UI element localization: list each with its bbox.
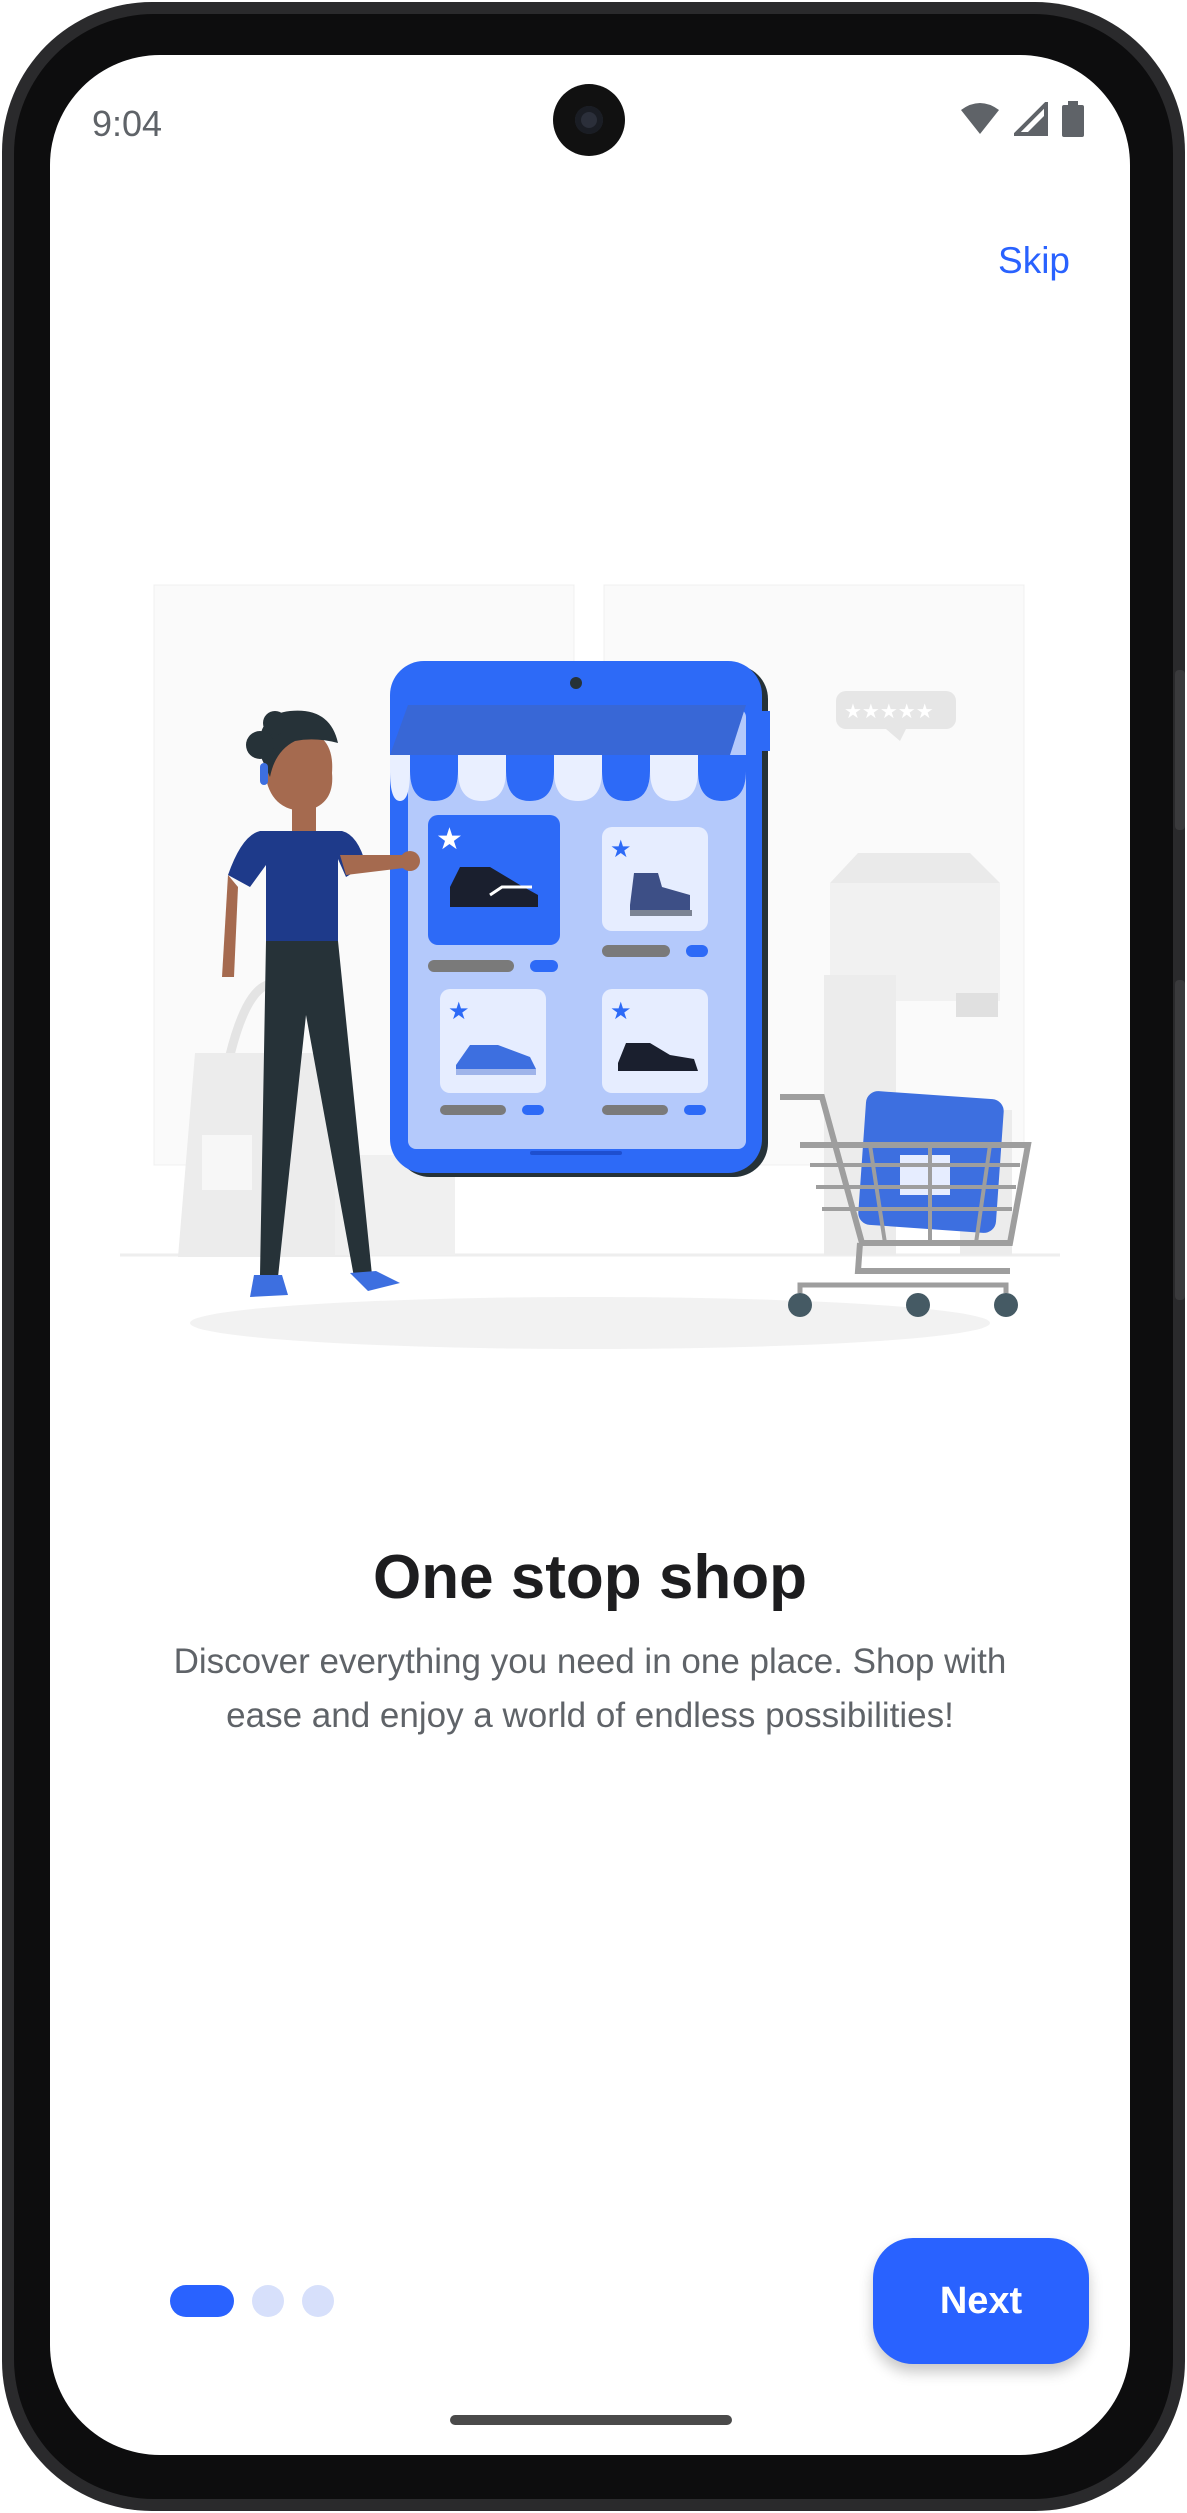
- svg-text:★: ★: [436, 822, 463, 857]
- svg-text:★: ★: [610, 997, 632, 1025]
- shopping-illustration: ★★★★★ ★ ★ ★ ★: [120, 584, 1060, 1349]
- svg-text:★: ★: [610, 835, 632, 863]
- home-indicator[interactable]: [450, 2415, 732, 2425]
- page-description: Discover everything you need in one plac…: [173, 1642, 1007, 1735]
- status-icons: [960, 101, 1084, 137]
- wifi-icon: [961, 103, 999, 134]
- page-dot-1: [170, 2285, 234, 2317]
- cell-signal-icon: [1014, 102, 1048, 136]
- app-screen: 9:04 Skip ★★★★★ ★ ★ ★ ★ One stop shop Di…: [50, 55, 1130, 2455]
- svg-text:★★★★★: ★★★★★: [844, 699, 934, 723]
- page-dot-3: [302, 2285, 334, 2317]
- page-title: One stop shop: [373, 1542, 807, 1612]
- status-bar: 9:04: [50, 55, 1130, 175]
- battery-icon: [1062, 101, 1084, 137]
- svg-text:★: ★: [448, 997, 470, 1025]
- next-button[interactable]: Next: [873, 2238, 1089, 2364]
- camera-icon: [553, 84, 625, 156]
- status-time: 9:04: [92, 103, 163, 144]
- page-indicator: [170, 2285, 334, 2317]
- skip-button[interactable]: Skip: [998, 240, 1070, 282]
- page-dot-2: [252, 2285, 284, 2317]
